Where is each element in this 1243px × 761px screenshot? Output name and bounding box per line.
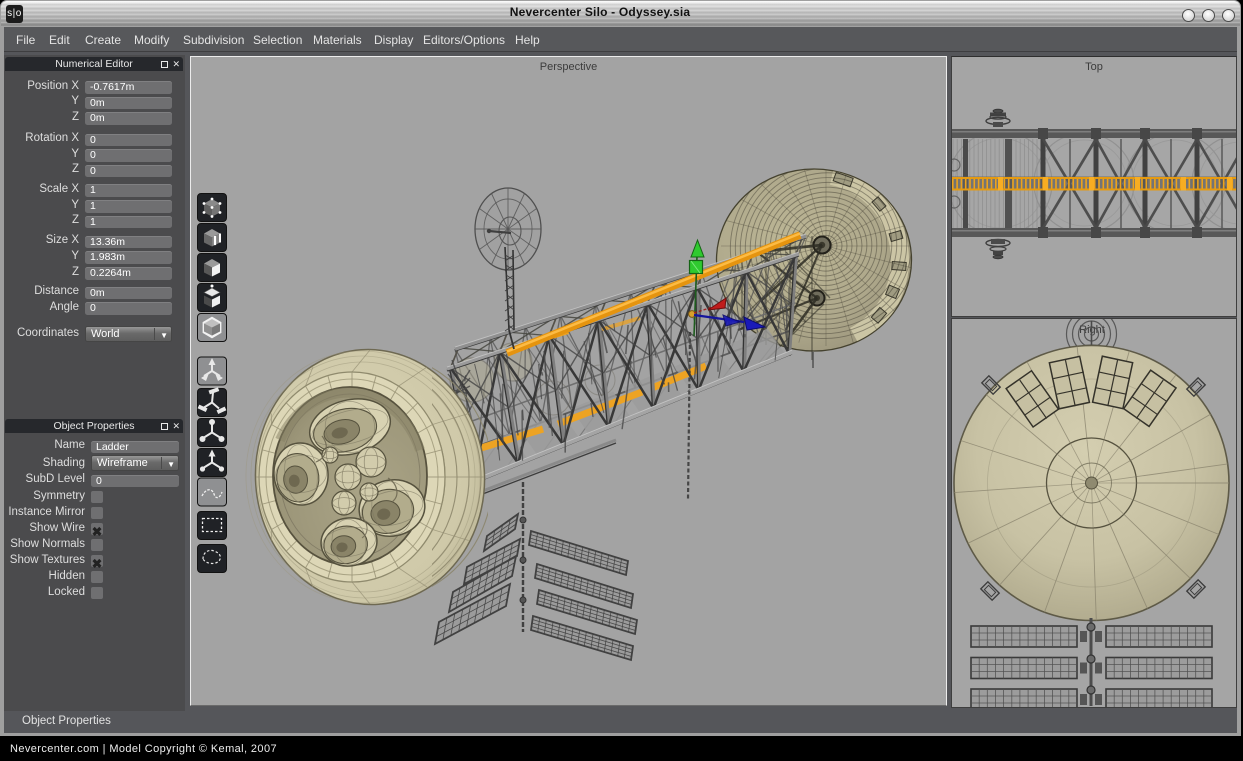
svg-text:Top: Top xyxy=(1085,61,1103,73)
svg-text:Perspective: Perspective xyxy=(540,61,597,73)
